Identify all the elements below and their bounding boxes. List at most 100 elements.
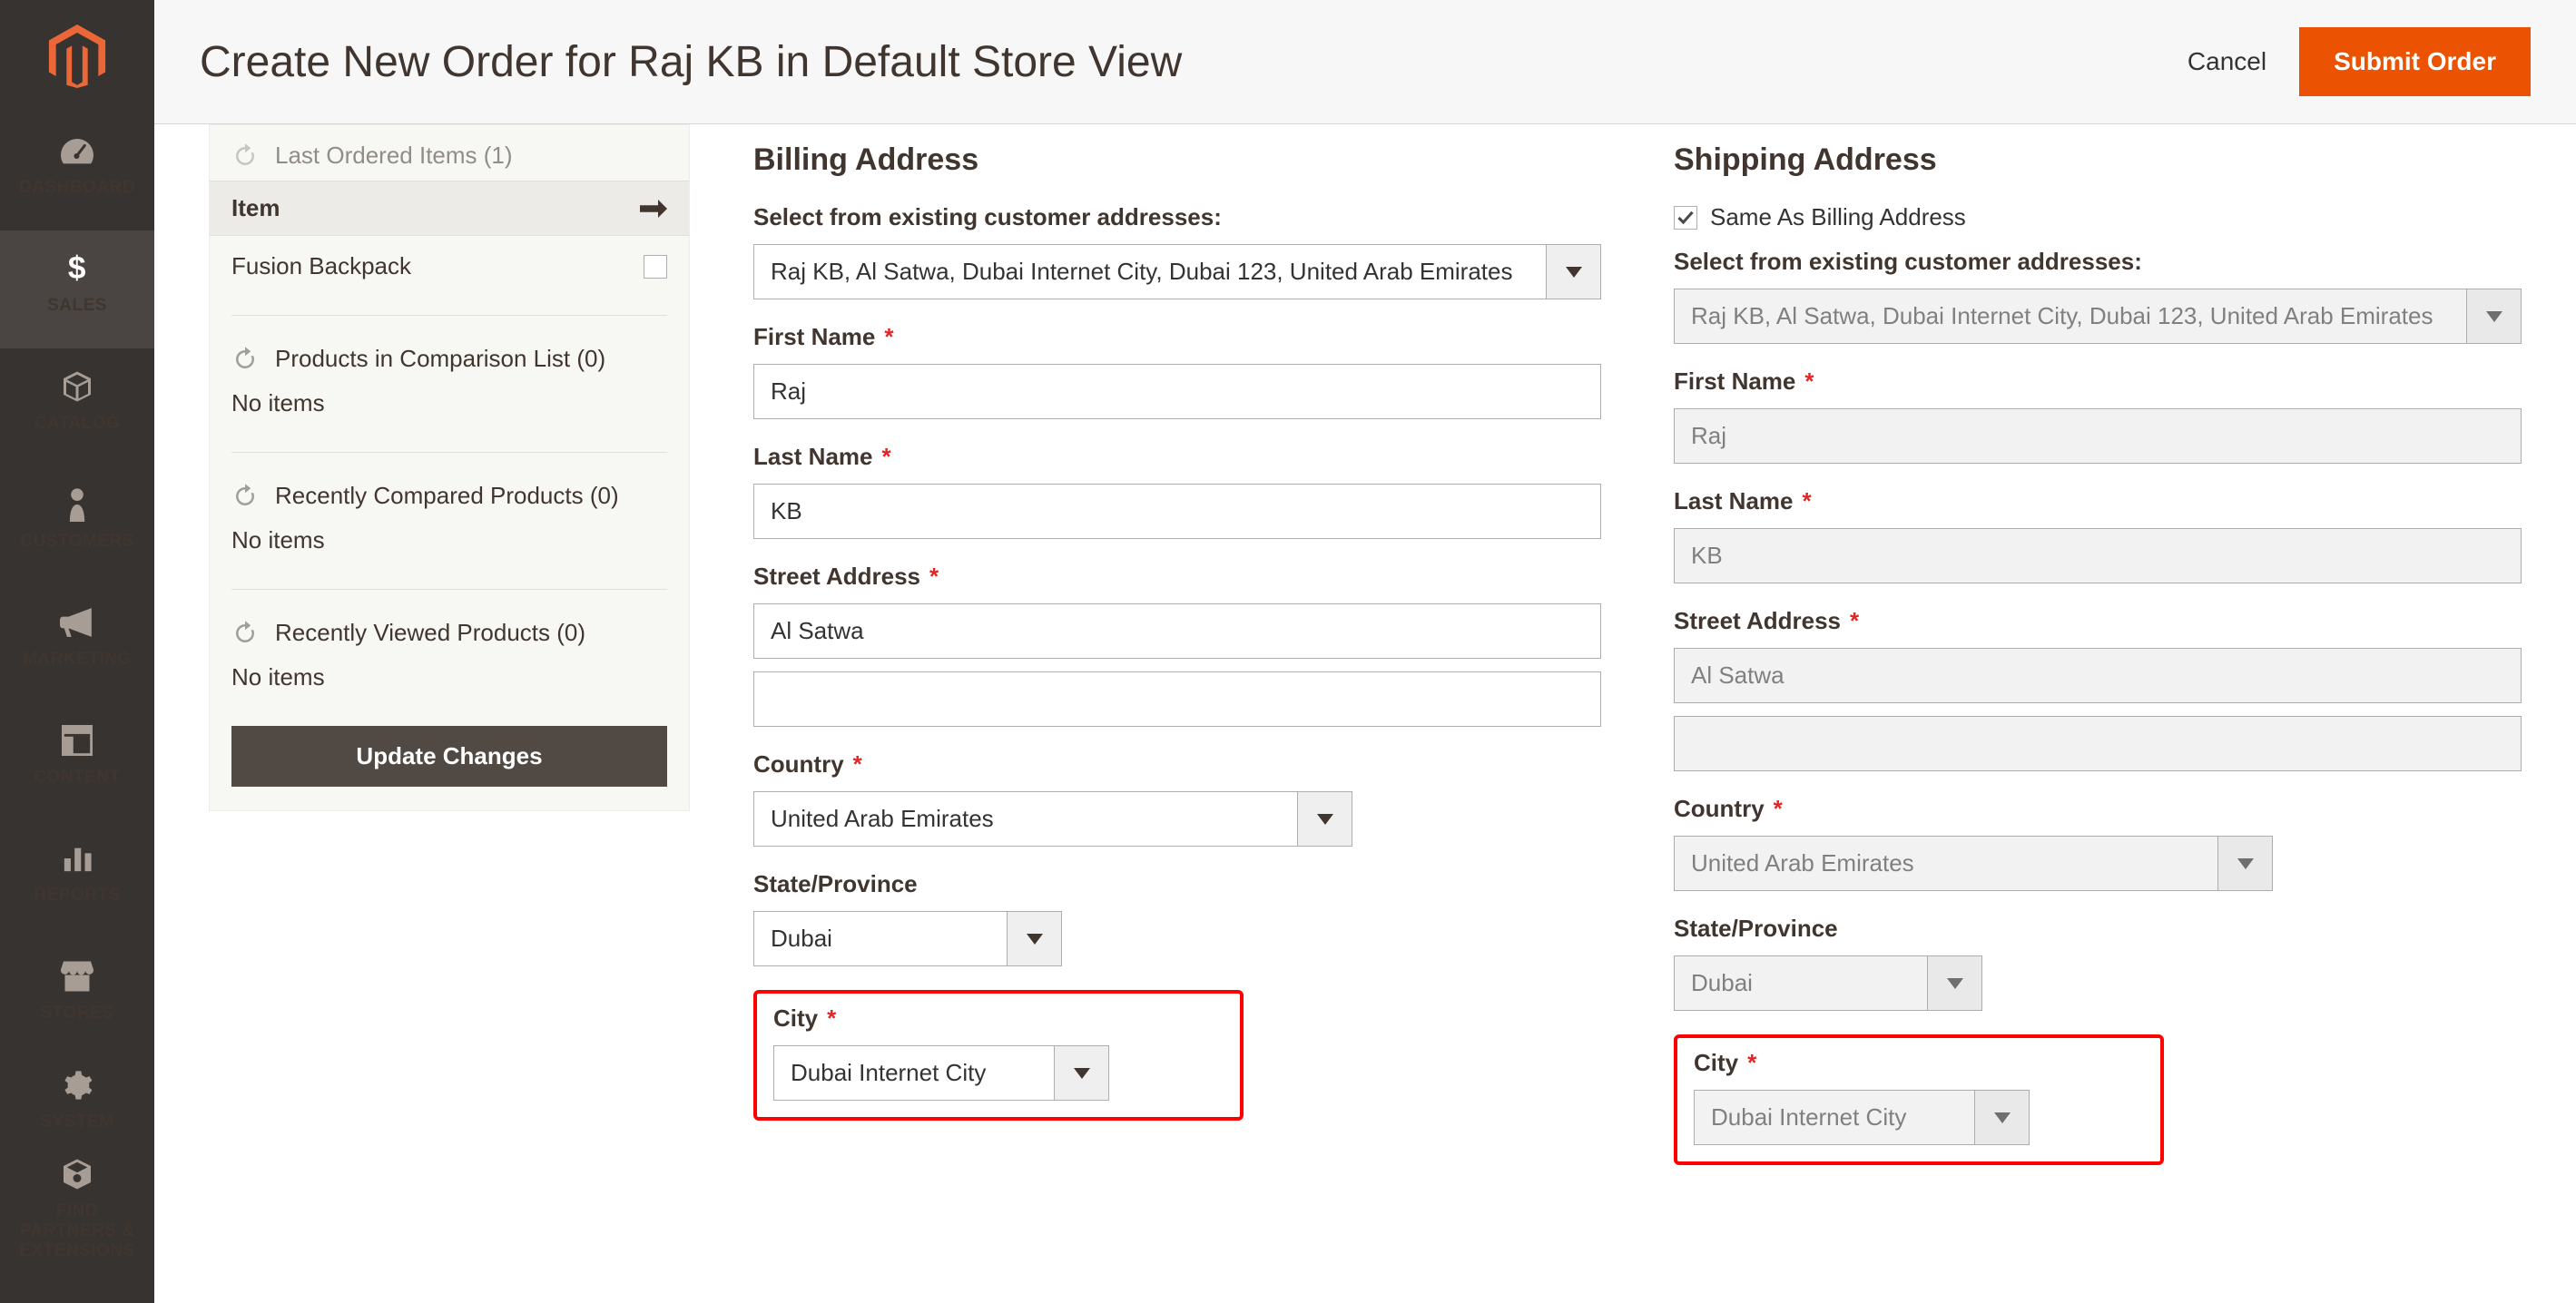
shipping-street2-input	[1674, 716, 2522, 771]
bars-icon	[59, 840, 95, 877]
last-ordered-item-row: Fusion Backpack	[210, 236, 689, 297]
billing-last-name-label: Last Name	[753, 443, 873, 470]
billing-city-select[interactable]: Dubai Internet City	[773, 1045, 1109, 1101]
shipping-country-select: United Arab Emirates	[1674, 836, 2273, 891]
arrow-right-icon	[640, 200, 667, 218]
billing-state-value: Dubai	[753, 911, 1008, 966]
no-items-text: No items	[210, 658, 689, 708]
billing-street2-input[interactable]	[753, 671, 1601, 727]
nav-label: STORES	[35, 1004, 120, 1024]
shipping-city-highlight: City* Dubai Internet City	[1674, 1034, 2164, 1165]
nav-marketing[interactable]: MARKETING	[0, 584, 154, 702]
nav-label: REPORTS	[28, 886, 125, 906]
magento-logo[interactable]	[0, 0, 154, 113]
person-icon	[59, 486, 95, 523]
nav-dashboard[interactable]: DASHBOARD	[0, 113, 154, 230]
nav-label: DASHBOARD	[14, 178, 141, 198]
nav-find-partners[interactable]: FIND PARTNERS & EXTENSIONS	[0, 1156, 154, 1274]
gauge-icon	[59, 132, 95, 169]
chevron-down-icon[interactable]	[1008, 911, 1062, 966]
shipping-state-value: Dubai	[1674, 955, 1928, 1011]
customer-activities-panel: Last Ordered Items (1) Item Fusion Backp…	[209, 124, 690, 811]
billing-first-name-label: First Name	[753, 323, 875, 350]
billing-street-label: Street Address	[753, 563, 920, 590]
reload-icon[interactable]	[231, 620, 259, 647]
chevron-down-icon[interactable]	[1547, 244, 1601, 299]
shipping-state-select: Dubai	[1674, 955, 1982, 1011]
item-name: Fusion Backpack	[231, 252, 411, 280]
nav-label: SALES	[42, 296, 113, 316]
shipping-address-section: Shipping Address Same As Billing Address…	[1674, 142, 2522, 1285]
billing-street1-input[interactable]	[753, 603, 1601, 659]
nav-label: MARKETING	[17, 650, 137, 670]
shipping-first-name-label: First Name	[1674, 367, 1795, 395]
billing-country-value: United Arab Emirates	[753, 791, 1298, 847]
nav-label: FIND PARTNERS & EXTENSIONS	[0, 1201, 154, 1261]
same-as-billing-checkbox[interactable]	[1674, 206, 1697, 230]
billing-country-select[interactable]: United Arab Emirates	[753, 791, 1352, 847]
billing-last-name-input[interactable]	[753, 484, 1601, 539]
chevron-down-icon[interactable]	[1055, 1045, 1109, 1101]
shipping-first-name-input	[1674, 408, 2522, 464]
item-column-header: Item	[231, 194, 280, 222]
nav-label: CONTENT	[28, 768, 125, 788]
item-checkbox[interactable]	[644, 255, 667, 279]
comparison-list-heading: Products in Comparison List (0)	[275, 345, 667, 373]
nav-system[interactable]: SYSTEM	[0, 1056, 154, 1156]
submit-order-button[interactable]: Submit Order	[2299, 27, 2531, 96]
shipping-city-label: City	[1694, 1049, 1738, 1076]
reload-icon[interactable]	[231, 483, 259, 510]
billing-heading: Billing Address	[753, 142, 1601, 178]
chevron-down-icon	[1975, 1090, 2030, 1145]
same-as-billing-label: Same As Billing Address	[1710, 203, 1966, 231]
shipping-street-label: Street Address	[1674, 607, 1841, 634]
admin-sidebar: DASHBOARD $ SALES CATALOG CUSTOMERS MARK…	[0, 0, 154, 1303]
billing-select-label: Select from existing customer addresses:	[753, 203, 1601, 231]
billing-city-highlight: City* Dubai Internet City	[753, 990, 1244, 1121]
billing-state-select[interactable]: Dubai	[753, 911, 1062, 966]
recently-compared-heading: Recently Compared Products (0)	[275, 482, 667, 510]
no-items-text: No items	[210, 521, 689, 571]
dollar-icon: $	[59, 250, 95, 287]
billing-address-selected: Raj KB, Al Satwa, Dubai Internet City, D…	[753, 244, 1547, 299]
nav-catalog[interactable]: CATALOG	[0, 348, 154, 466]
shipping-country-label: Country	[1674, 795, 1765, 822]
svg-text:$: $	[68, 251, 86, 286]
update-changes-button[interactable]: Update Changes	[231, 726, 667, 787]
reload-icon[interactable]	[231, 142, 259, 170]
shipping-last-name-input	[1674, 528, 2522, 583]
billing-state-label: State/Province	[753, 870, 1601, 898]
shipping-address-selected: Raj KB, Al Satwa, Dubai Internet City, D…	[1674, 289, 2467, 344]
nav-sales[interactable]: $ SALES	[0, 230, 154, 348]
nav-customers[interactable]: CUSTOMERS	[0, 466, 154, 584]
megaphone-icon	[59, 604, 95, 641]
chevron-down-icon	[1928, 955, 1982, 1011]
puzzle-icon	[59, 1156, 95, 1192]
shipping-country-value: United Arab Emirates	[1674, 836, 2218, 891]
page-header: Create New Order for Raj KB in Default S…	[154, 0, 2576, 124]
recently-viewed-heading: Recently Viewed Products (0)	[275, 619, 667, 647]
shipping-city-value: Dubai Internet City	[1694, 1090, 1975, 1145]
nav-label: SYSTEM	[34, 1112, 119, 1132]
chevron-down-icon[interactable]	[1298, 791, 1352, 847]
page-title: Create New Order for Raj KB in Default S…	[200, 37, 1182, 87]
chevron-down-icon[interactable]	[2467, 289, 2522, 344]
reload-icon[interactable]	[231, 346, 259, 373]
layout-icon	[59, 722, 95, 759]
shipping-street1-input	[1674, 648, 2522, 703]
billing-first-name-input[interactable]	[753, 364, 1601, 419]
no-items-text: No items	[210, 384, 689, 434]
shipping-state-label: State/Province	[1674, 915, 2522, 943]
billing-city-value: Dubai Internet City	[773, 1045, 1055, 1101]
shipping-address-select[interactable]: Raj KB, Al Satwa, Dubai Internet City, D…	[1674, 289, 2522, 344]
shipping-heading: Shipping Address	[1674, 142, 2522, 178]
nav-content[interactable]: CONTENT	[0, 702, 154, 820]
nav-label: CATALOG	[29, 414, 126, 434]
shipping-last-name-label: Last Name	[1674, 487, 1794, 514]
shipping-select-label: Select from existing customer addresses:	[1674, 248, 2522, 276]
billing-address-select[interactable]: Raj KB, Al Satwa, Dubai Internet City, D…	[753, 244, 1601, 299]
nav-stores[interactable]: STORES	[0, 938, 154, 1056]
cancel-button[interactable]: Cancel	[2188, 47, 2266, 76]
nav-reports[interactable]: REPORTS	[0, 820, 154, 938]
shipping-city-select: Dubai Internet City	[1694, 1090, 2030, 1145]
